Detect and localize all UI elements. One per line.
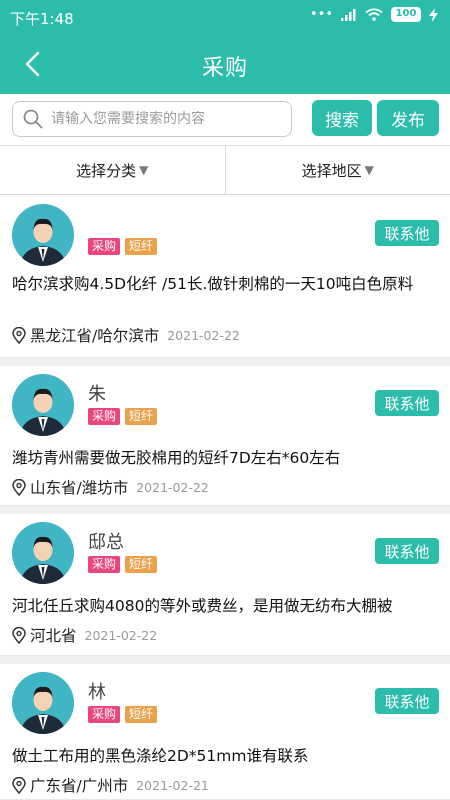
post-content: 潍坊青州需要做无胶棉用的短纤7D左右*60左右: [12, 449, 341, 467]
category-filter[interactable]: 选择分类 ▼: [0, 146, 225, 194]
post-date: 2021-02-22: [167, 327, 240, 343]
avatar[interactable]: [12, 204, 74, 266]
charging-icon: [429, 7, 438, 22]
tag-badge: 采购: [88, 556, 121, 573]
status-icons: ••• 100: [310, 7, 438, 22]
tag-list: 采购 短纤: [88, 556, 158, 573]
wifi-icon: [365, 8, 383, 21]
contact-button[interactable]: 联系他: [375, 688, 439, 714]
post-date: 2021-02-22: [136, 479, 209, 495]
tag-list: 采购 短纤: [88, 238, 158, 255]
location-pin-icon: [12, 478, 26, 496]
region-filter-label: 选择地区: [301, 161, 362, 180]
post-card[interactable]: 林 采购 短纤 联系他 做土工布用的黑色涤纶2D*51mm谁有联系 广东省/广州…: [0, 664, 450, 800]
location-text: 黑龙江省/哈尔滨市: [30, 327, 160, 345]
dropdown-triangle-icon: ▼: [139, 163, 149, 177]
businessman-avatar-icon: [12, 374, 74, 436]
post-date: 2021-02-22: [84, 627, 158, 643]
post-meta: 山东省/潍坊市 2021-02-22: [12, 476, 209, 498]
app-header: 下午1:48 ••• 100 采购: [0, 0, 450, 94]
tag-badge: 短纤: [125, 238, 158, 255]
tag-badge: 采购: [88, 238, 121, 255]
businessman-avatar-icon: [12, 522, 74, 584]
avatar[interactable]: [12, 672, 74, 734]
contact-button[interactable]: 联系他: [375, 538, 439, 564]
tag-badge: 短纤: [125, 408, 158, 425]
tag-badge: 采购: [88, 706, 121, 723]
signal-dots-icon: •••: [309, 7, 333, 22]
location-pin-icon: [12, 776, 26, 794]
status-time: 下午1:48: [10, 10, 74, 28]
avatar[interactable]: [12, 522, 74, 584]
search-input[interactable]: [51, 111, 271, 127]
post-meta: 黑龙江省/哈尔滨市 2021-02-22: [12, 324, 240, 346]
location-text: 广东省/广州市: [30, 777, 129, 795]
location-text: 河北省: [30, 627, 77, 645]
dropdown-triangle-icon: ▼: [364, 163, 374, 177]
post-card[interactable]: 采购 短纤 联系他 哈尔滨求购4.5D化纤 /51长.做针刺棉的一天10吨白色原…: [0, 196, 450, 358]
search-row: 搜索 发布: [0, 94, 450, 144]
businessman-avatar-icon: [12, 204, 74, 266]
search-button[interactable]: 搜索: [312, 100, 372, 136]
card-divider: [0, 506, 450, 514]
category-filter-label: 选择分类: [76, 161, 137, 180]
businessman-avatar-icon: [12, 672, 74, 734]
post-content: 哈尔滨求购4.5D化纤 /51长.做针刺棉的一天10吨白色原料: [12, 275, 414, 293]
nav-bar: 采购: [0, 36, 450, 92]
poster-name: 林: [88, 682, 106, 703]
battery-icon: 100: [391, 7, 421, 22]
search-icon: [23, 109, 43, 129]
post-date: 2021-02-21: [136, 777, 209, 793]
contact-button[interactable]: 联系他: [375, 390, 439, 416]
poster-name: 邸总: [88, 532, 124, 553]
tag-badge: 采购: [88, 408, 121, 425]
avatar[interactable]: [12, 374, 74, 436]
post-content: 河北任丘求购4080的等外或费丝，是用做无纺布大棚被: [12, 597, 393, 615]
card-divider: [0, 358, 450, 366]
search-box[interactable]: [12, 101, 292, 137]
status-bar: 下午1:48 ••• 100: [0, 0, 450, 32]
tag-badge: 短纤: [125, 556, 158, 573]
signal-icon: [341, 8, 356, 21]
post-meta: 广东省/广州市 2021-02-21: [12, 774, 209, 796]
location-pin-icon: [12, 326, 26, 344]
contact-button[interactable]: 联系他: [375, 220, 439, 246]
region-filter[interactable]: 选择地区 ▼: [224, 146, 450, 194]
post-card[interactable]: 朱 采购 短纤 联系他 潍坊青州需要做无胶棉用的短纤7D左右*60左右 山东省/…: [0, 366, 450, 506]
post-content: 做土工布用的黑色涤纶2D*51mm谁有联系: [12, 747, 309, 765]
tag-list: 采购 短纤: [88, 408, 158, 425]
location-pin-icon: [12, 626, 26, 644]
publish-button[interactable]: 发布: [377, 100, 439, 136]
post-meta: 河北省 2021-02-22: [12, 624, 157, 646]
post-card[interactable]: 邸总 采购 短纤 联系他 河北任丘求购4080的等外或费丝，是用做无纺布大棚被 …: [0, 514, 450, 656]
tag-list: 采购 短纤: [88, 706, 158, 723]
tag-badge: 短纤: [125, 706, 158, 723]
poster-name: 朱: [88, 384, 106, 405]
page-title: 采购: [201, 56, 248, 81]
location-text: 山东省/潍坊市: [30, 479, 129, 497]
filter-bar: 选择分类 ▼ 选择地区 ▼: [0, 145, 450, 195]
card-divider: [0, 656, 450, 664]
